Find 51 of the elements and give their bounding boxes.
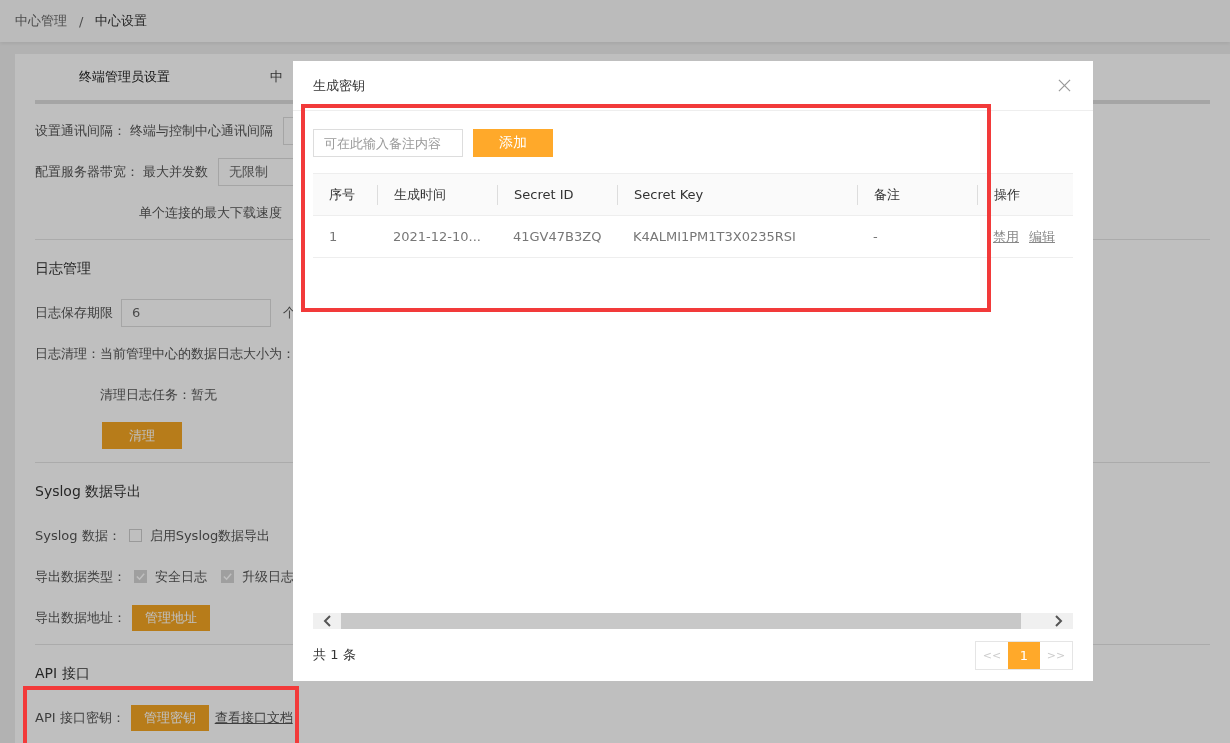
field-label: 日志清理：当前管理中心的数据日志大小为： bbox=[35, 344, 295, 363]
scroll-right-icon[interactable] bbox=[1053, 615, 1063, 627]
column-header: 序号 bbox=[328, 185, 356, 204]
page-button[interactable]: 1 bbox=[1008, 641, 1040, 669]
add-button[interactable]: 添加 bbox=[473, 129, 553, 157]
section-title: 日志管理 bbox=[35, 259, 91, 278]
field-label: 日志保存期限 bbox=[35, 303, 113, 322]
section-title: API 接口 bbox=[35, 664, 90, 683]
table-cell-text: 2021-12-10... bbox=[392, 228, 482, 246]
input-field[interactable]: 6 bbox=[121, 298, 271, 327]
manage-address-button[interactable]: 管理地址 bbox=[132, 604, 210, 631]
field-label: 最大并发数 bbox=[143, 162, 208, 181]
docs-link[interactable]: 查看接口文档 bbox=[214, 708, 293, 727]
section-title: Syslog 数据导出 bbox=[35, 482, 142, 501]
tab[interactable]: 终端管理员设置 bbox=[79, 68, 170, 86]
table-cell-text: 1 bbox=[328, 228, 339, 246]
action-link[interactable]: 编辑 bbox=[1029, 227, 1055, 246]
table-cell-text: - bbox=[872, 228, 879, 246]
field-label: 导出数据地址： bbox=[35, 608, 126, 627]
horizontal-scrollbar[interactable] bbox=[313, 613, 1073, 629]
manage-key-button[interactable]: 管理密钥 bbox=[130, 704, 209, 731]
field-label: 终端与控制中心通讯间隔 bbox=[130, 121, 273, 140]
dialog-title: 生成密钥 bbox=[313, 76, 365, 95]
total-count: 共 1 条 bbox=[313, 646, 356, 664]
field-label: 单个连接的最大下载速度 bbox=[139, 203, 282, 222]
table-cell-text: 41GV47B3ZQ bbox=[512, 228, 603, 246]
field-label: 导出数据类型： bbox=[35, 567, 126, 586]
tab[interactable]: 中 bbox=[270, 68, 283, 86]
field-label: Syslog 数据： bbox=[35, 526, 121, 545]
checkbox-label: 安全日志 bbox=[155, 567, 207, 586]
table-cell-text: K4ALMI1PM1T3X0235RSI bbox=[632, 228, 797, 246]
column-header: Secret ID bbox=[497, 184, 617, 205]
task-status: 清理日志任务：暂无 bbox=[100, 385, 217, 404]
field-label: 配置服务器带宽： bbox=[35, 162, 139, 181]
clean-button[interactable]: 清理 bbox=[102, 422, 182, 449]
checkbox-label: 启用Syslog数据导出 bbox=[149, 526, 271, 545]
checkbox-label: 升级日志 bbox=[242, 567, 294, 586]
column-header: 生成时间 bbox=[377, 184, 497, 205]
note-input[interactable]: 可在此输入备注内容 bbox=[313, 129, 463, 157]
close-icon[interactable] bbox=[1058, 79, 1071, 92]
field-label: API 接口密钥： bbox=[35, 708, 125, 727]
action-link[interactable]: 禁用 bbox=[993, 227, 1019, 246]
field-label: 设置通讯间隔： bbox=[35, 121, 126, 140]
scroll-left-icon[interactable] bbox=[323, 615, 333, 627]
column-header: 备注 bbox=[857, 184, 977, 205]
breadcrumb-separator: / bbox=[79, 13, 84, 29]
checkbox[interactable] bbox=[128, 529, 142, 542]
breadcrumb-link[interactable]: 中心管理 bbox=[15, 12, 67, 30]
column-header: 操作 bbox=[977, 184, 1073, 205]
breadcrumb-current: 中心设置 bbox=[95, 12, 148, 30]
column-header: Secret Key bbox=[617, 184, 857, 205]
